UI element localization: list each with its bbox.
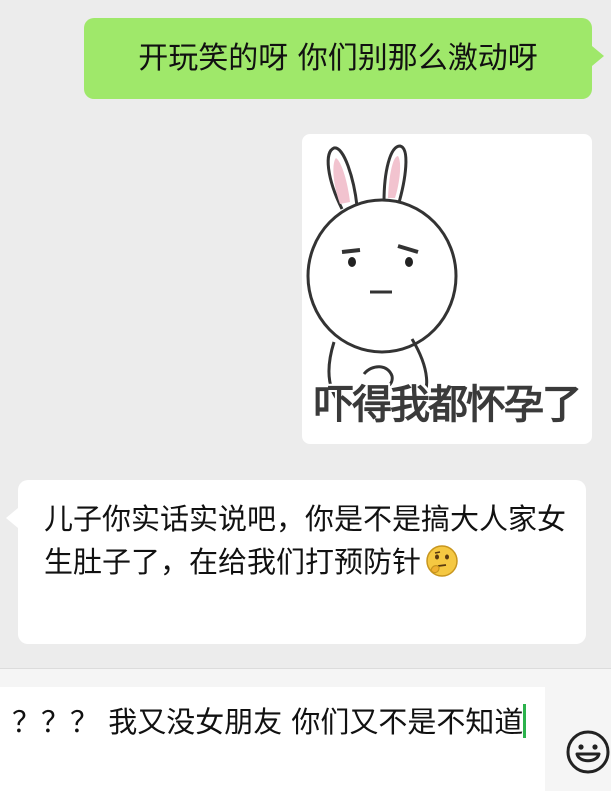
- input-bar: ？？？ 我又没女朋友 你们又不是不知道: [0, 668, 611, 791]
- message-input[interactable]: ？？？ 我又没女朋友 你们又不是不知道: [0, 687, 545, 791]
- message-bubble-incoming[interactable]: 儿子你实话实说吧，你是不是搞大人家女生肚子了，在给我们打预防针: [6, 480, 586, 644]
- thinking-emoji-icon: [426, 545, 458, 577]
- text-caret: [523, 704, 527, 738]
- message-text: 开玩笑的呀 你们别那么激动呀: [138, 41, 538, 76]
- message-input-text: ？？？ 我又没女朋友 你们又不是不知道: [12, 705, 524, 739]
- sticker-message[interactable]: 吓得我都怀孕了: [302, 134, 592, 444]
- chat-area: 开玩笑的呀 你们别那么激动呀 吓得我都怀孕了 儿子你实话实说吧，你是不是搞大人家…: [0, 0, 611, 668]
- sticker-caption: 吓得我都怀孕了: [314, 382, 582, 428]
- emoji-keyboard-icon[interactable]: [565, 729, 611, 775]
- message-bubble-outgoing[interactable]: 开玩笑的呀 你们别那么激动呀: [84, 18, 604, 99]
- message-text: 儿子你实话实说吧，你是不是搞大人家女生肚子了，在给我们打预防针: [44, 502, 567, 579]
